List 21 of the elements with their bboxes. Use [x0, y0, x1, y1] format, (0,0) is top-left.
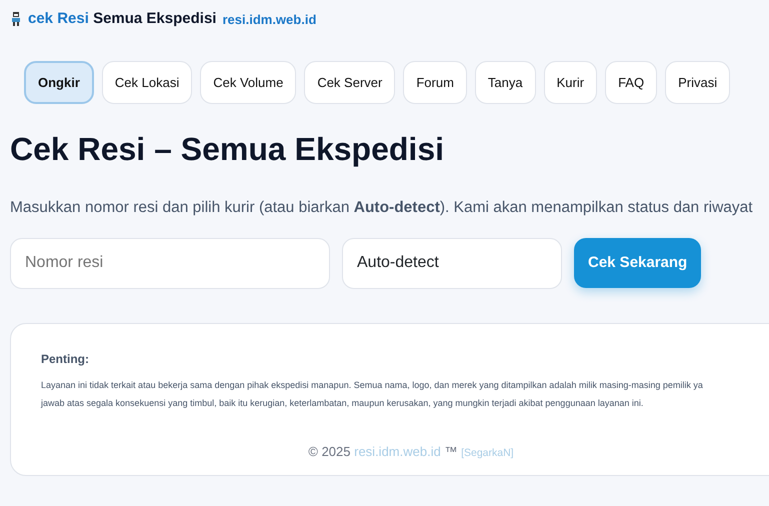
- mascot-icon: [10, 12, 22, 26]
- nav-tab[interactable]: FAQ: [605, 60, 658, 104]
- nav-tab[interactable]: Kurir: [544, 60, 598, 104]
- domain-link[interactable]: resi.idm.web.id: [222, 10, 316, 29]
- nav-tab[interactable]: Cek Volume: [200, 60, 296, 104]
- copyright-text: © 2025: [308, 444, 350, 459]
- notice-text: jawab atas segala konsekuensi yang timbul, baik itu kerugian, keterlambatan, maupun kerusakan, yang mungkin terjadi akibat penggunaan layanan ini.: [41, 396, 644, 410]
- tracking-number-field[interactable]: Nomor resi: [10, 238, 330, 289]
- intro-text: Masukkan nomor resi dan pilih kurir (atau biarkan Auto-detect). Kami akan menampilkan status dan riwayat: [10, 198, 754, 218]
- courier-select[interactable]: Auto-detect: [342, 238, 562, 289]
- nav-tab[interactable]: Forum: [403, 60, 467, 104]
- nav-tab[interactable]: Tanya: [474, 60, 536, 104]
- nav-tab[interactable]: Cek Server: [304, 60, 396, 104]
- brand-title[interactable]: cek Resi Semua Ekspedisi: [28, 8, 216, 30]
- notice-title: Penting:: [41, 350, 90, 368]
- nav-tab[interactable]: Privasi: [665, 60, 730, 104]
- page-heading: Cek Resi – Semua Ekspedisi: [10, 130, 445, 168]
- trademark-text: ™: [444, 444, 458, 459]
- nav-tab[interactable]: Ongkir: [24, 60, 94, 104]
- notice-text: Layanan ini tidak terkait atau bekerja sama dengan pihak ekspedisi manapun. Semua nama, logo, dan merek yang ditampilkan adalah milik masing-masing pemilik ya: [41, 378, 704, 392]
- nav-tab[interactable]: Cek Lokasi: [102, 60, 192, 104]
